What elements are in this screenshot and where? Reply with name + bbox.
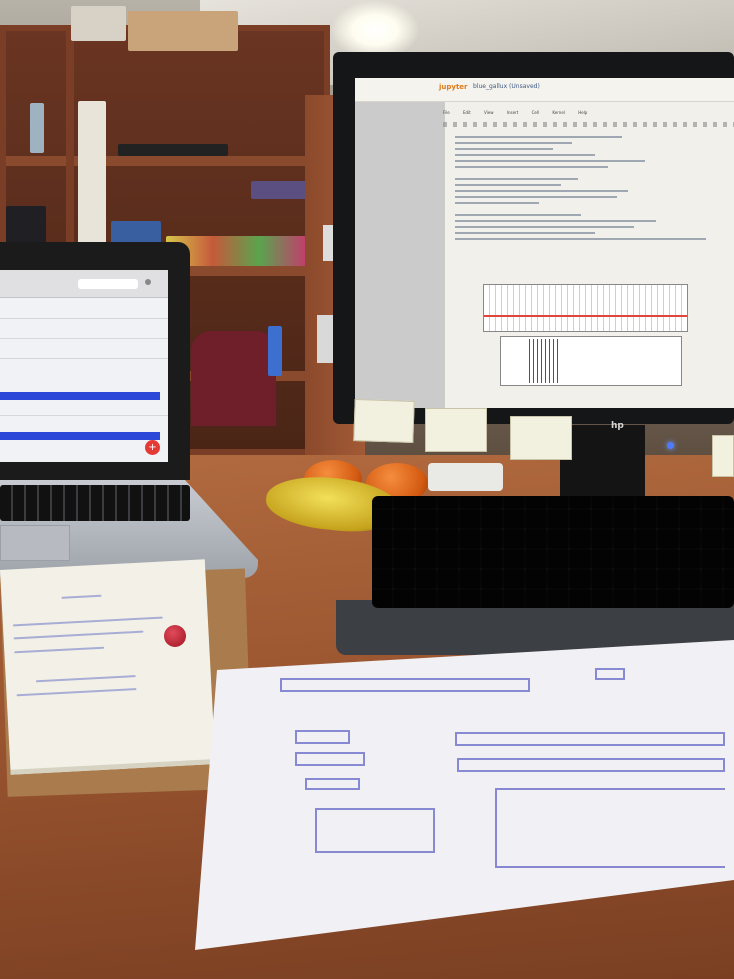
power-led-icon <box>667 442 674 449</box>
monitor-stand <box>560 425 645 505</box>
notebook-plot-top <box>483 284 688 332</box>
list-divider <box>0 338 168 339</box>
storage-box <box>71 6 126 41</box>
notebook-menubar: File Edit View Insert Cell Kernel Help <box>443 110 734 118</box>
sketch-bar <box>457 758 725 772</box>
ceiling-light <box>330 0 420 60</box>
sketch-box <box>595 668 625 680</box>
menu-insert[interactable]: Insert <box>507 110 518 115</box>
browser-address-bar[interactable] <box>78 279 138 289</box>
handwriting <box>16 688 137 697</box>
sticky-note <box>712 435 734 477</box>
progress-bar <box>0 392 160 400</box>
binder <box>78 101 106 261</box>
menu-file[interactable]: File <box>443 110 450 115</box>
storage-box <box>128 11 238 51</box>
notebook-header: jupyter blue_gallux (Unsaved) <box>355 78 734 102</box>
sketch-bar <box>455 732 725 746</box>
browser-menu-icon[interactable] <box>145 279 151 285</box>
progress-bar <box>0 432 160 440</box>
notebook-plot-bottom <box>500 336 682 386</box>
shelf-board <box>6 156 324 166</box>
water-bottle <box>268 326 282 376</box>
sketch-header-box <box>280 678 530 692</box>
menu-kernel[interactable]: Kernel <box>552 110 565 115</box>
handwriting <box>61 594 102 599</box>
list-divider <box>0 318 168 319</box>
menu-view[interactable]: View <box>484 110 494 115</box>
monitor-screen: jupyter blue_gallux (Unsaved) File Edit … <box>355 78 734 408</box>
notebook-toolbar <box>443 122 734 127</box>
pin-icon <box>164 625 186 647</box>
laptop-screen: + <box>0 270 168 462</box>
plot-red-line <box>484 315 687 317</box>
sticky-note <box>353 398 415 444</box>
jupyter-logo[interactable]: jupyter <box>439 83 468 91</box>
menu-cell[interactable]: Cell <box>532 110 539 115</box>
laptop-keyboard[interactable] <box>0 485 190 521</box>
shelf-object <box>118 144 228 156</box>
sticky-note <box>425 408 487 452</box>
chair-back <box>191 331 276 426</box>
sketch-box <box>295 730 350 744</box>
list-divider <box>0 358 168 359</box>
menu-edit[interactable]: Edit <box>463 110 471 115</box>
plus-icon: + <box>148 442 157 453</box>
sketch-box <box>295 752 365 766</box>
bottle <box>30 103 44 153</box>
plot-bars <box>529 339 559 383</box>
sketch-chart-area <box>495 788 725 868</box>
handwritten-notepad <box>0 559 216 775</box>
menu-help[interactable]: Help <box>578 110 587 115</box>
handwriting <box>35 675 136 683</box>
handwriting <box>12 616 163 627</box>
power-adapter <box>428 463 503 491</box>
sketch-box <box>315 808 435 853</box>
sketch-box <box>305 778 360 790</box>
list-divider <box>0 415 168 416</box>
browser-toolbar <box>0 270 168 298</box>
handwriting <box>14 646 105 654</box>
sticky-note <box>510 416 572 460</box>
hp-logo: hp <box>611 421 624 431</box>
notebook-code-cells[interactable] <box>455 136 734 286</box>
laptop-trackpad[interactable] <box>0 525 70 561</box>
notebook-title[interactable]: blue_gallux (Unsaved) <box>473 83 540 90</box>
desktop-keyboard[interactable] <box>372 496 734 608</box>
notebook-left-margin <box>355 102 445 408</box>
add-fab-button[interactable]: + <box>145 440 160 455</box>
handwriting <box>13 630 144 640</box>
desk-photo: jupyter blue_gallux (Unsaved) File Edit … <box>0 0 734 979</box>
